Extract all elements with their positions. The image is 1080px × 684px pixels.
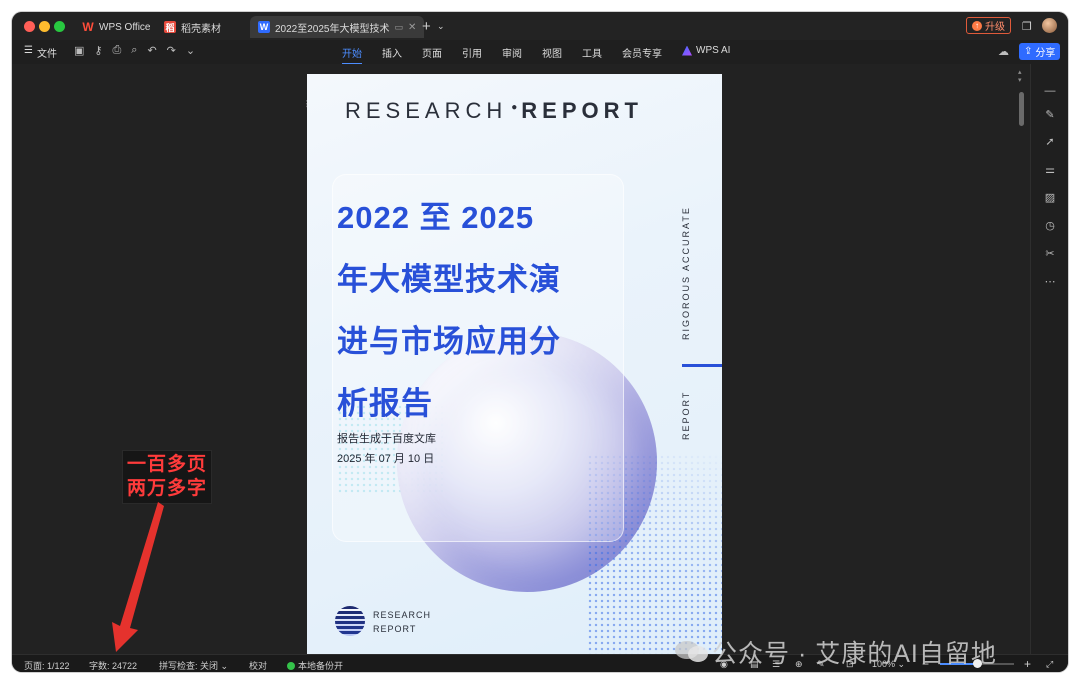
wps-ai-label: WPS AI xyxy=(696,45,731,56)
generated-by: 报告生成于百度文库 xyxy=(337,433,436,445)
tab-references[interactable]: 引用 xyxy=(462,45,482,65)
annotation-label: 一百多页 两万多字 xyxy=(122,450,213,504)
more-icon[interactable]: ⋯ xyxy=(1043,275,1057,289)
right-sidebar: — ✎ ➚ ⚌ ▨ ◷ ✂ ⋯ xyxy=(1030,64,1068,654)
upgrade-label: 升级 xyxy=(985,22,1005,33)
header-left: RESEARCH xyxy=(345,98,508,123)
wps-ai-icon xyxy=(682,45,692,56)
tab-member[interactable]: 会员专享 xyxy=(622,45,662,65)
backup-label: 本地备份开 xyxy=(298,661,344,671)
report-header: RESEARCH ● REPORT xyxy=(345,98,643,124)
footer-line-1: RESEARCH xyxy=(373,610,432,620)
print-icon[interactable]: ⎙ xyxy=(112,44,121,57)
watermark-text: 公众号 · 艾康的AI自留地 xyxy=(712,640,997,668)
tab-review[interactable]: 审阅 xyxy=(502,45,522,65)
app-window: W WPS Office 稻 稻壳素材 W 2022至2025年大模型技术 ▭ … xyxy=(12,12,1068,672)
vertical-report: REPORT xyxy=(681,390,691,440)
scroll-down-icon[interactable]: ▾ xyxy=(1018,76,1022,84)
research-logo-icon xyxy=(335,606,365,636)
file-menu[interactable]: ☰ 文件 xyxy=(24,45,57,60)
word-doc-icon: W xyxy=(258,21,270,33)
cloud-icon[interactable]: ☁ xyxy=(998,45,1009,58)
annotation-arrow xyxy=(112,502,164,652)
tab-tools[interactable]: 工具 xyxy=(582,45,602,65)
tab-view[interactable]: 视图 xyxy=(542,45,562,65)
history-icon[interactable]: ◷ xyxy=(1043,219,1057,233)
scroll-up-icon[interactable]: ▴ xyxy=(1018,68,1022,76)
title-bar: W WPS Office 稻 稻壳素材 W 2022至2025年大模型技术 ▭ … xyxy=(12,12,1068,40)
chevron-down-icon[interactable]: ⌄ xyxy=(186,44,195,57)
tab-label: 稻壳素材 xyxy=(181,23,221,35)
tab-page[interactable]: 页面 xyxy=(422,45,442,65)
minimize-window-button[interactable] xyxy=(39,21,50,32)
tab-label: WPS Office xyxy=(99,21,151,33)
report-date: 2025 年 07 月 10 日 xyxy=(337,453,435,465)
quick-access-toolbar: ▣ ⚷ ⎙ ⌕ ↶ ↷ ⌄ xyxy=(74,44,195,57)
title-line-4: 析报告 xyxy=(337,386,433,421)
tools-icon[interactable]: ✂ xyxy=(1043,247,1057,261)
scrollbar[interactable]: ▴ ▾ xyxy=(1018,68,1026,648)
tab-document[interactable]: W 2022至2025年大模型技术 ▭ ✕ xyxy=(250,16,425,38)
vertical-tagline: RIGOROUS ACCURATE xyxy=(681,206,691,340)
maximize-window-button[interactable] xyxy=(54,21,65,32)
spellcheck-label: 拼写检查: 关闭 xyxy=(159,661,219,671)
collapse-icon[interactable]: — xyxy=(1043,84,1057,98)
cursor-icon[interactable]: ➚ xyxy=(1043,135,1057,149)
screen-icon[interactable]: ▭ xyxy=(395,22,404,33)
upgrade-button[interactable]: ↑ 升级 xyxy=(966,17,1011,34)
settings-sliders-icon[interactable]: ⚌ xyxy=(1043,163,1057,177)
ribbon-tabs: 开始 插入 页面 引用 审阅 视图 工具 会员专享 xyxy=(342,45,662,65)
scroll-thumb[interactable] xyxy=(1019,92,1024,126)
save-icon[interactable]: ▣ xyxy=(74,44,84,57)
close-window-button[interactable] xyxy=(24,21,35,32)
close-tab-icon[interactable]: ✕ xyxy=(408,22,416,33)
toolbar: ☰ 文件 ▣ ⚷ ⎙ ⌕ ↶ ↷ ⌄ 开始 插入 页面 引用 审阅 视图 工具 … xyxy=(12,40,1068,65)
image-edit-icon[interactable]: ▨ xyxy=(1043,191,1057,205)
upgrade-icon: ↑ xyxy=(972,20,982,31)
tab-docer[interactable]: 稻 稻壳素材 xyxy=(164,16,221,38)
pen-icon[interactable]: ✎ xyxy=(1043,108,1057,122)
tab-insert[interactable]: 插入 xyxy=(382,45,402,65)
accent-bar xyxy=(682,364,722,367)
zoom-in-button[interactable]: + xyxy=(1024,657,1031,671)
new-tab-button[interactable]: + xyxy=(422,18,431,35)
backup-status[interactable]: 本地备份开 xyxy=(287,659,343,672)
tab-label: 2022至2025年大模型技术 xyxy=(275,23,390,35)
wps-ai-button[interactable]: WPS AI xyxy=(682,45,730,56)
backup-status-icon xyxy=(287,662,295,670)
tab-home[interactable]: 开始 xyxy=(342,45,362,65)
annotation-line-2: 两万多字 xyxy=(127,478,208,499)
proofread-button[interactable]: 校对 xyxy=(249,659,267,672)
annotation-line-1: 一百多页 xyxy=(127,454,208,475)
spellcheck-toggle[interactable]: 拼写检查: 关闭 ⌄ xyxy=(159,659,228,672)
docer-icon: 稻 xyxy=(164,21,176,33)
document-page[interactable]: RESEARCH ● REPORT 2022 至 2025 年大模型技术演 进与市场… xyxy=(307,74,722,654)
page-indicator[interactable]: 页面: 1/122 xyxy=(24,659,70,672)
title-line-1: 2022 至 2025 xyxy=(337,200,535,235)
share-button[interactable]: ⇪ 分享 xyxy=(1019,43,1061,60)
chevron-down-icon[interactable]: ⌄ xyxy=(437,21,445,32)
footer-line-2: REPORT xyxy=(373,624,417,634)
avatar[interactable] xyxy=(1042,18,1057,33)
share-icon: ⇪ xyxy=(1024,46,1033,57)
header-right: REPORT xyxy=(521,98,643,123)
wechat-icon xyxy=(675,641,708,662)
share-label: 分享 xyxy=(1035,48,1056,59)
print-preview-icon[interactable]: ⌕ xyxy=(131,44,137,57)
title-line-2: 年大模型技术演 xyxy=(337,262,561,297)
key-icon[interactable]: ⚷ xyxy=(94,44,102,57)
tab-wps-office[interactable]: W WPS Office xyxy=(82,16,151,38)
dot-separator-icon: ● xyxy=(511,101,518,113)
window-layout-icon[interactable]: ❐ xyxy=(1022,20,1032,33)
wps-logo-icon: W xyxy=(82,20,94,34)
undo-icon[interactable]: ↶ xyxy=(147,44,156,57)
word-count[interactable]: 字数: 24722 xyxy=(89,659,137,672)
redo-icon[interactable]: ↷ xyxy=(167,44,176,57)
fullscreen-icon[interactable]: ⤢ xyxy=(1046,659,1053,670)
menu-icon: ☰ xyxy=(24,45,33,56)
title-line-3: 进与市场应用分 xyxy=(337,324,561,359)
file-menu-label: 文件 xyxy=(36,49,57,60)
